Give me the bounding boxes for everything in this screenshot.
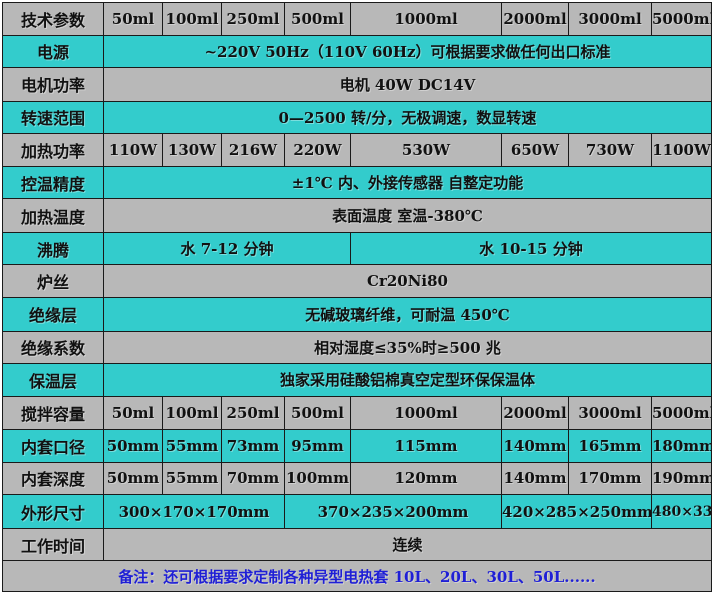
spec-cell: 水 7-12 分钟 — [103, 231, 351, 266]
spec-row-label: 沸腾 — [2, 231, 104, 266]
spec-cell: 5000ml — [651, 395, 712, 431]
spec-row-label: 外形尺寸 — [2, 494, 104, 529]
spec-cell: 120mm — [350, 461, 502, 496]
spec-cell: 73mm — [221, 429, 285, 463]
spec-row-label: 电机功率 — [2, 67, 104, 102]
spec-cell: 50mm — [103, 461, 163, 496]
spec-cell: 165mm — [568, 429, 652, 463]
spec-cell: 相对湿度≤35%时≥500 兆 — [103, 330, 712, 365]
spec-row-label: 电源 — [2, 34, 104, 69]
spec-cell: 55mm — [162, 429, 222, 463]
spec-cell: 250ml — [221, 395, 285, 431]
spec-cell: 55mm — [162, 461, 222, 496]
spec-cell: 50ml — [103, 395, 163, 431]
spec-row: 加热功率 110W 130W 216W 220W 530W 650W 730W 1100W — [2, 133, 712, 167]
spec-cell: 100ml — [162, 2, 222, 36]
spec-cell: 50mm — [103, 429, 163, 463]
spec-cell: 130W — [162, 133, 222, 167]
spec-row-label: 绝缘层 — [2, 296, 104, 332]
spec-cell: 2000ml — [501, 2, 569, 36]
spec-row: 电源 ~220V 50Hz（110V 60Hz）可根据要求做任何出口标准 — [2, 34, 712, 69]
spec-cell: 170mm — [568, 461, 652, 496]
spec-cell: 500ml — [284, 2, 351, 36]
spec-cell: 190mm — [651, 461, 712, 496]
spec-row: 外形尺寸 300×170×170mm 370×235×200mm 420×285×25… — [2, 494, 712, 529]
spec-cell: ~220V 50Hz（110V 60Hz）可根据要求做任何出口标准 — [103, 34, 712, 69]
spec-cell: Cr20Ni80 — [103, 264, 712, 298]
spec-row: 绝缘系数 相对湿度≤35%时≥500 兆 — [2, 330, 712, 365]
spec-cell: 0—2500 转/分，无极调速，数显转速 — [103, 100, 712, 135]
spec-row-label: 技术参数 — [2, 2, 104, 36]
spec-cell: 300×170×170mm — [103, 494, 285, 529]
spec-row: 内套口径 50mm 55mm 73mm 95mm 115mm 140mm 165mm 180mm — [2, 429, 712, 463]
spec-cell: 370×235×200mm — [284, 494, 502, 529]
spec-row: 技术参数 50ml 100ml 250ml 500ml 1000ml 2000ml 3000m… — [2, 2, 712, 36]
spec-cell: 480×330×260 — [651, 494, 712, 529]
spec-cell: 220W — [284, 133, 351, 167]
spec-cell: ±1℃ 内、外接传感器 自整定功能 — [103, 165, 712, 200]
spec-row-label: 绝缘系数 — [2, 330, 104, 365]
spec-cell: 表面温度 室温-380℃ — [103, 198, 712, 233]
spec-row: 绝缘层 无碱玻璃纤维，可耐温 450℃ — [2, 296, 712, 332]
spec-cell: 650W — [501, 133, 569, 167]
spec-cell: 530W — [350, 133, 502, 167]
spec-cell: 5000ml — [651, 2, 712, 36]
spec-cell: 140mm — [501, 429, 569, 463]
spec-cell: 730W — [568, 133, 652, 167]
spec-row: 工作时间 连续 — [2, 527, 712, 562]
spec-cell: 100mm — [284, 461, 351, 496]
spec-cell: 2000ml — [501, 395, 569, 431]
spec-cell: 216W — [221, 133, 285, 167]
spec-row-label: 内套口径 — [2, 429, 104, 463]
spec-cell: 95mm — [284, 429, 351, 463]
spec-row-label: 炉丝 — [2, 264, 104, 298]
spec-cell: 电机 40W DC14V — [103, 67, 712, 102]
spec-cell: 140mm — [501, 461, 569, 496]
spec-cell: 1100W — [651, 133, 712, 167]
spec-cell: 420×285×250mm — [501, 494, 652, 529]
spec-cell: 1000ml — [350, 395, 502, 431]
spec-row: 电机功率 电机 40W DC14V — [2, 67, 712, 102]
spec-row-label: 保温层 — [2, 363, 104, 397]
spec-row-label: 控温精度 — [2, 165, 104, 200]
spec-cell: 1000ml — [350, 2, 502, 36]
note-row: 备注：还可根据要求定制各种异型电热套 10L、20L、30L、50L...... — [2, 560, 712, 592]
spec-row: 加热温度 表面温度 室温-380℃ — [2, 198, 712, 233]
spec-row-label: 转速范围 — [2, 100, 104, 135]
spec-cell: 100ml — [162, 395, 222, 431]
spec-row: 保温层 独家采用硅酸铝棉真空定型环保保温体 — [2, 363, 712, 397]
spec-cell: 250ml — [221, 2, 285, 36]
spec-cell: 115mm — [350, 429, 502, 463]
spec-row: 内套深度 50mm 55mm 70mm 100mm 120mm 140mm 170mm 190m… — [2, 461, 712, 496]
note-text: 备注：还可根据要求定制各种异型电热套 10L、20L、30L、50L...... — [2, 560, 712, 592]
spec-row-label: 加热功率 — [2, 133, 104, 167]
spec-cell: 连续 — [103, 527, 712, 562]
spec-row: 炉丝 Cr20Ni80 — [2, 264, 712, 298]
spec-cell: 独家采用硅酸铝棉真空定型环保保温体 — [103, 363, 712, 397]
spec-row: 搅拌容量 50ml 100ml 250ml 500ml 1000ml 2000ml 3000m… — [2, 395, 712, 431]
spec-cell: 180mm — [651, 429, 712, 463]
spec-row-label: 加热温度 — [2, 198, 104, 233]
spec-row: 转速范围 0—2500 转/分，无极调速，数显转速 — [2, 100, 712, 135]
spec-row: 控温精度 ±1℃ 内、外接传感器 自整定功能 — [2, 165, 712, 200]
spec-cell: 无碱玻璃纤维，可耐温 450℃ — [103, 296, 712, 332]
spec-cell: 110W — [103, 133, 163, 167]
spec-cell: 70mm — [221, 461, 285, 496]
spec-row-label: 工作时间 — [2, 527, 104, 562]
spec-cell: 3000ml — [568, 395, 652, 431]
spec-row-label: 搅拌容量 — [2, 395, 104, 431]
spec-cell: 3000ml — [568, 2, 652, 36]
spec-row-label: 内套深度 — [2, 461, 104, 496]
spec-cell: 500ml — [284, 395, 351, 431]
spec-cell: 水 10-15 分钟 — [350, 231, 712, 266]
spec-cell: 50ml — [103, 2, 163, 36]
spec-table-body: 技术参数 50ml 100ml 250ml 500ml 1000ml 2000ml 3000m… — [2, 2, 712, 592]
spec-table: 技术参数 50ml 100ml 250ml 500ml 1000ml 2000ml 3000m… — [2, 2, 712, 592]
spec-row: 沸腾水 7-12 分钟水 10-15 分钟 — [2, 231, 712, 266]
